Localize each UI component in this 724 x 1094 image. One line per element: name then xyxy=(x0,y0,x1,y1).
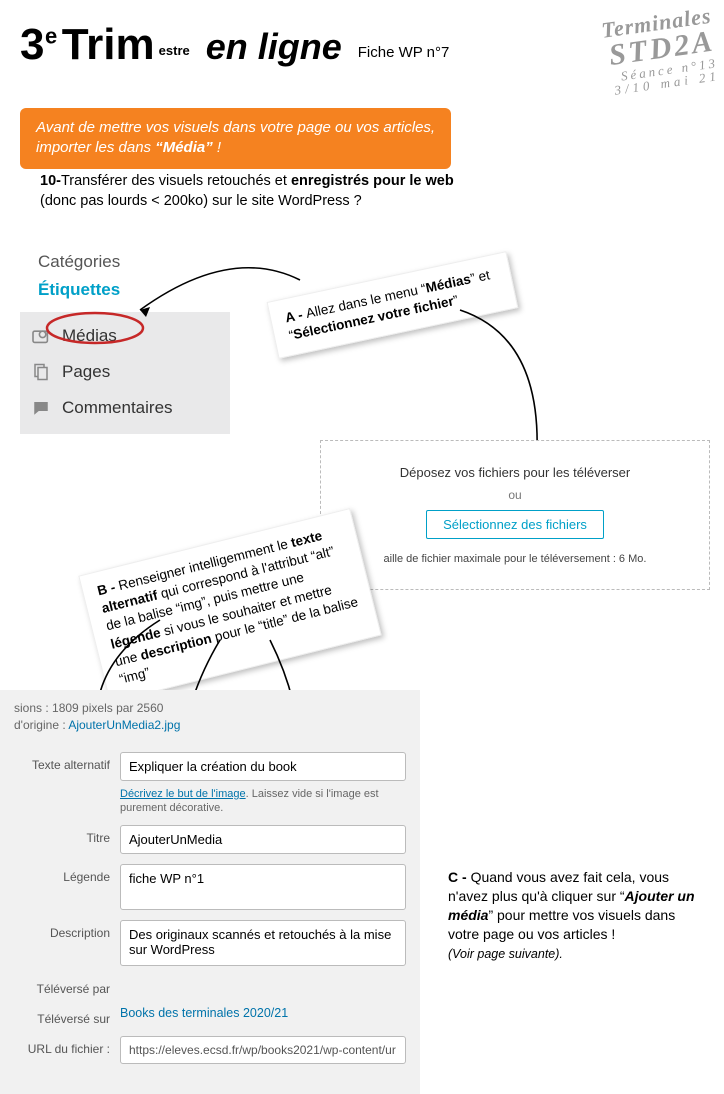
comments-icon xyxy=(30,399,52,417)
title-estre: estre xyxy=(159,43,190,58)
step-c-note: (Voir page suivante). xyxy=(448,947,563,961)
uploaded-on-label: Téléversé sur xyxy=(14,1006,110,1026)
question-10: 10-Transférer des visuels retouchés et e… xyxy=(40,172,470,211)
legende-label: Légende xyxy=(14,864,110,884)
description-input[interactable]: Des originaux scannés et retouchés à la … xyxy=(120,920,406,966)
title-input[interactable] xyxy=(120,825,406,854)
alt-help: Décrivez le but de l'image. Laissez vide… xyxy=(120,787,406,816)
banner-line2a: importer les dans xyxy=(36,139,155,156)
title-e: e xyxy=(45,23,58,48)
alt-text-input[interactable] xyxy=(120,752,406,781)
url-value[interactable]: https://eleves.ecsd.fr/wp/books2021/wp-c… xyxy=(120,1036,406,1064)
sidebar-item-comments[interactable]: Commentaires xyxy=(20,390,230,426)
orig-label: d'origine : xyxy=(14,718,66,732)
pages-icon xyxy=(30,363,52,381)
step-a-card: A - Allez dans le menu “Médias” et “Séle… xyxy=(267,251,519,359)
title-3: 3 xyxy=(20,20,45,69)
media-meta: sions : 1809 pixels par 2560 d'origine :… xyxy=(14,700,406,742)
alt-text-field: Texte alternatif xyxy=(14,752,406,781)
dims-value: 1809 pixels par 2560 xyxy=(52,701,163,715)
dims-label: sions : xyxy=(14,701,49,715)
step-c-text: C - Quand vous avez fait cela, vous n'av… xyxy=(448,868,706,962)
uploaded-on-link[interactable]: Books des terminales 2020/21 xyxy=(120,1006,288,1020)
title-enligne: en ligne xyxy=(206,26,342,68)
wp-sidebar: Catégories Étiquettes Médias Pages Comme… xyxy=(20,246,240,434)
title-label: Titre xyxy=(14,825,110,845)
description-label: Description xyxy=(14,920,110,940)
media-details-panel: sions : 1809 pixels par 2560 d'origine :… xyxy=(0,690,420,1094)
title-trim: Trim xyxy=(62,20,155,70)
sidebar-tags[interactable]: Étiquettes xyxy=(38,280,240,300)
description-field: Description Des originaux scannés et ret… xyxy=(14,920,406,966)
uploaded-on-field: Téléversé sur Books des terminales 2020/… xyxy=(14,1006,406,1026)
q10-c: (donc pas lourds < 200ko) sur le site Wo… xyxy=(40,193,362,209)
alt-help-link[interactable]: Décrivez le but de l'image xyxy=(120,788,246,800)
legende-field: Légende fiche WP n°1 xyxy=(14,864,406,910)
title-field: Titre xyxy=(14,825,406,854)
sidebar-pages-label: Pages xyxy=(62,362,110,382)
uploaded-by-label: Téléversé par xyxy=(14,976,110,996)
upload-or: ou xyxy=(508,488,521,502)
q10-a: Transférer des visuels retouchés et xyxy=(61,173,291,189)
step-a-b1: Médias xyxy=(424,271,472,295)
url-label: URL du fichier : xyxy=(14,1036,110,1056)
banner-line2b: ! xyxy=(213,139,221,156)
step-b-card: B - Renseigner intelligemment le texte a… xyxy=(78,508,381,703)
sidebar-box: Médias Pages Commentaires xyxy=(20,312,230,434)
intro-banner: Avant de mettre vos visuels dans votre p… xyxy=(20,108,451,169)
q10-number: 10- xyxy=(40,173,61,189)
sidebar-media-label: Médias xyxy=(62,326,117,346)
select-files-button[interactable]: Sélectionnez des fichiers xyxy=(426,510,604,539)
file-url-field: URL du fichier : https://eleves.ecsd.fr/… xyxy=(14,1036,406,1064)
step-c-lead: C - xyxy=(448,869,471,885)
banner-line1: Avant de mettre vos visuels dans votre p… xyxy=(36,119,435,136)
class-stamp: Terminales STD2A Séance n°13 3/10 mai 21 xyxy=(600,5,720,98)
uploaded-by-field: Téléversé par xyxy=(14,976,406,996)
legende-input[interactable]: fiche WP n°1 xyxy=(120,864,406,910)
upload-dropzone[interactable]: Déposez vos fichiers pour les téléverser… xyxy=(320,440,710,590)
sidebar-comments-label: Commentaires xyxy=(62,398,173,418)
q10-b: enregistrés pour le web xyxy=(291,173,454,189)
banner-media: “Média” xyxy=(155,139,213,156)
sidebar-categories[interactable]: Catégories xyxy=(38,252,240,272)
media-icon xyxy=(30,328,52,344)
orig-filename[interactable]: AjouterUnMedia2.jpg xyxy=(68,718,180,732)
upload-caption: aille de fichier maximale pour le téléve… xyxy=(384,553,647,565)
sidebar-item-pages[interactable]: Pages xyxy=(20,354,230,390)
sidebar-item-media[interactable]: Médias xyxy=(20,318,230,354)
title-fiche: Fiche WP n°7 xyxy=(358,44,450,61)
alt-label: Texte alternatif xyxy=(14,752,110,772)
upload-drop-text: Déposez vos fichiers pour les téléverser xyxy=(400,465,631,480)
